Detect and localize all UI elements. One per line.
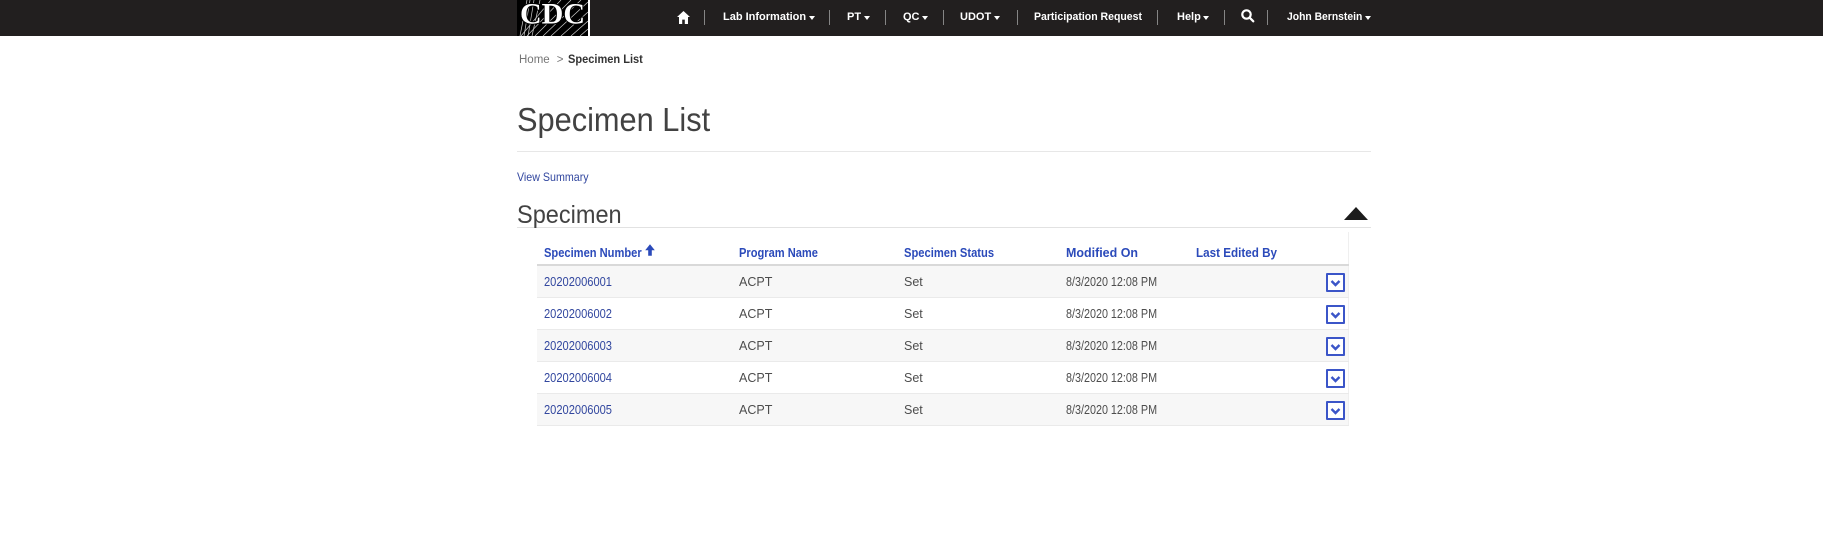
svg-text:CDC: CDC [520, 0, 585, 31]
